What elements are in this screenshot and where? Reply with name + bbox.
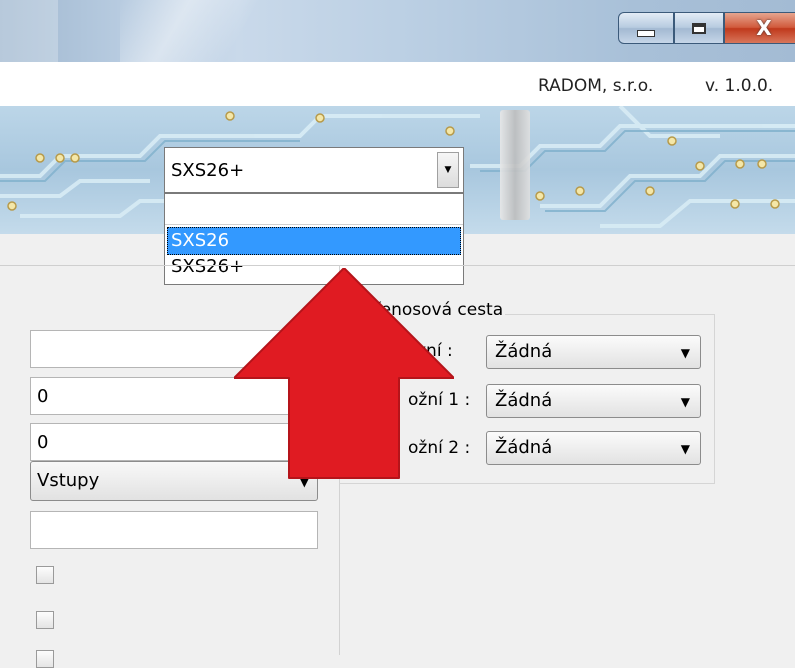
- backup-2-path-value: Žádná: [495, 437, 553, 458]
- info-bar: RADOM, s.r.o. v. 1.0.0.: [0, 62, 795, 106]
- checkbox-2[interactable]: [36, 611, 54, 629]
- chevron-down-icon: ▼: [680, 395, 690, 409]
- dropdown-option-sxs26[interactable]: SXS26: [167, 227, 461, 255]
- title-bar-glare: [0, 0, 58, 62]
- minimize-icon: [637, 29, 655, 37]
- window-controls: X: [618, 12, 795, 46]
- inputs-select-value: Vstupy: [37, 470, 100, 491]
- minimize-button[interactable]: [618, 12, 674, 44]
- text-field-5[interactable]: [30, 511, 318, 549]
- device-combobox[interactable]: SXS26+ ▼: [164, 147, 464, 193]
- backup-1-path-combo[interactable]: Žádná ▼: [486, 384, 701, 418]
- dropdown-button[interactable]: ▼: [437, 152, 459, 188]
- chevron-down-icon: ▼: [680, 442, 690, 456]
- close-button[interactable]: X: [724, 12, 795, 44]
- maximize-button[interactable]: [674, 12, 724, 44]
- title-bar: X: [0, 0, 795, 62]
- close-icon: X: [756, 16, 772, 40]
- chevron-down-icon: ▼: [680, 346, 690, 360]
- backup-1-path-value: Žádná: [495, 390, 553, 411]
- company-name: RADOM, s.r.o.: [538, 76, 654, 96]
- primary-path-value: Žádná: [495, 341, 553, 362]
- dropdown-edit-area[interactable]: [165, 194, 463, 225]
- device-combobox-value: SXS26+: [171, 160, 245, 181]
- backup-2-path-combo[interactable]: Žádná ▼: [486, 431, 701, 465]
- chevron-down-icon: ▼: [444, 165, 452, 175]
- primary-path-combo[interactable]: Žádná ▼: [486, 335, 701, 369]
- banner-slider[interactable]: [500, 110, 530, 220]
- version-label: v. 1.0.0.: [705, 76, 774, 96]
- maximize-icon: [692, 22, 706, 34]
- title-bar-shine: [120, 0, 260, 62]
- red-arrow-annotation: [234, 268, 454, 479]
- checkbox-1[interactable]: [36, 566, 54, 584]
